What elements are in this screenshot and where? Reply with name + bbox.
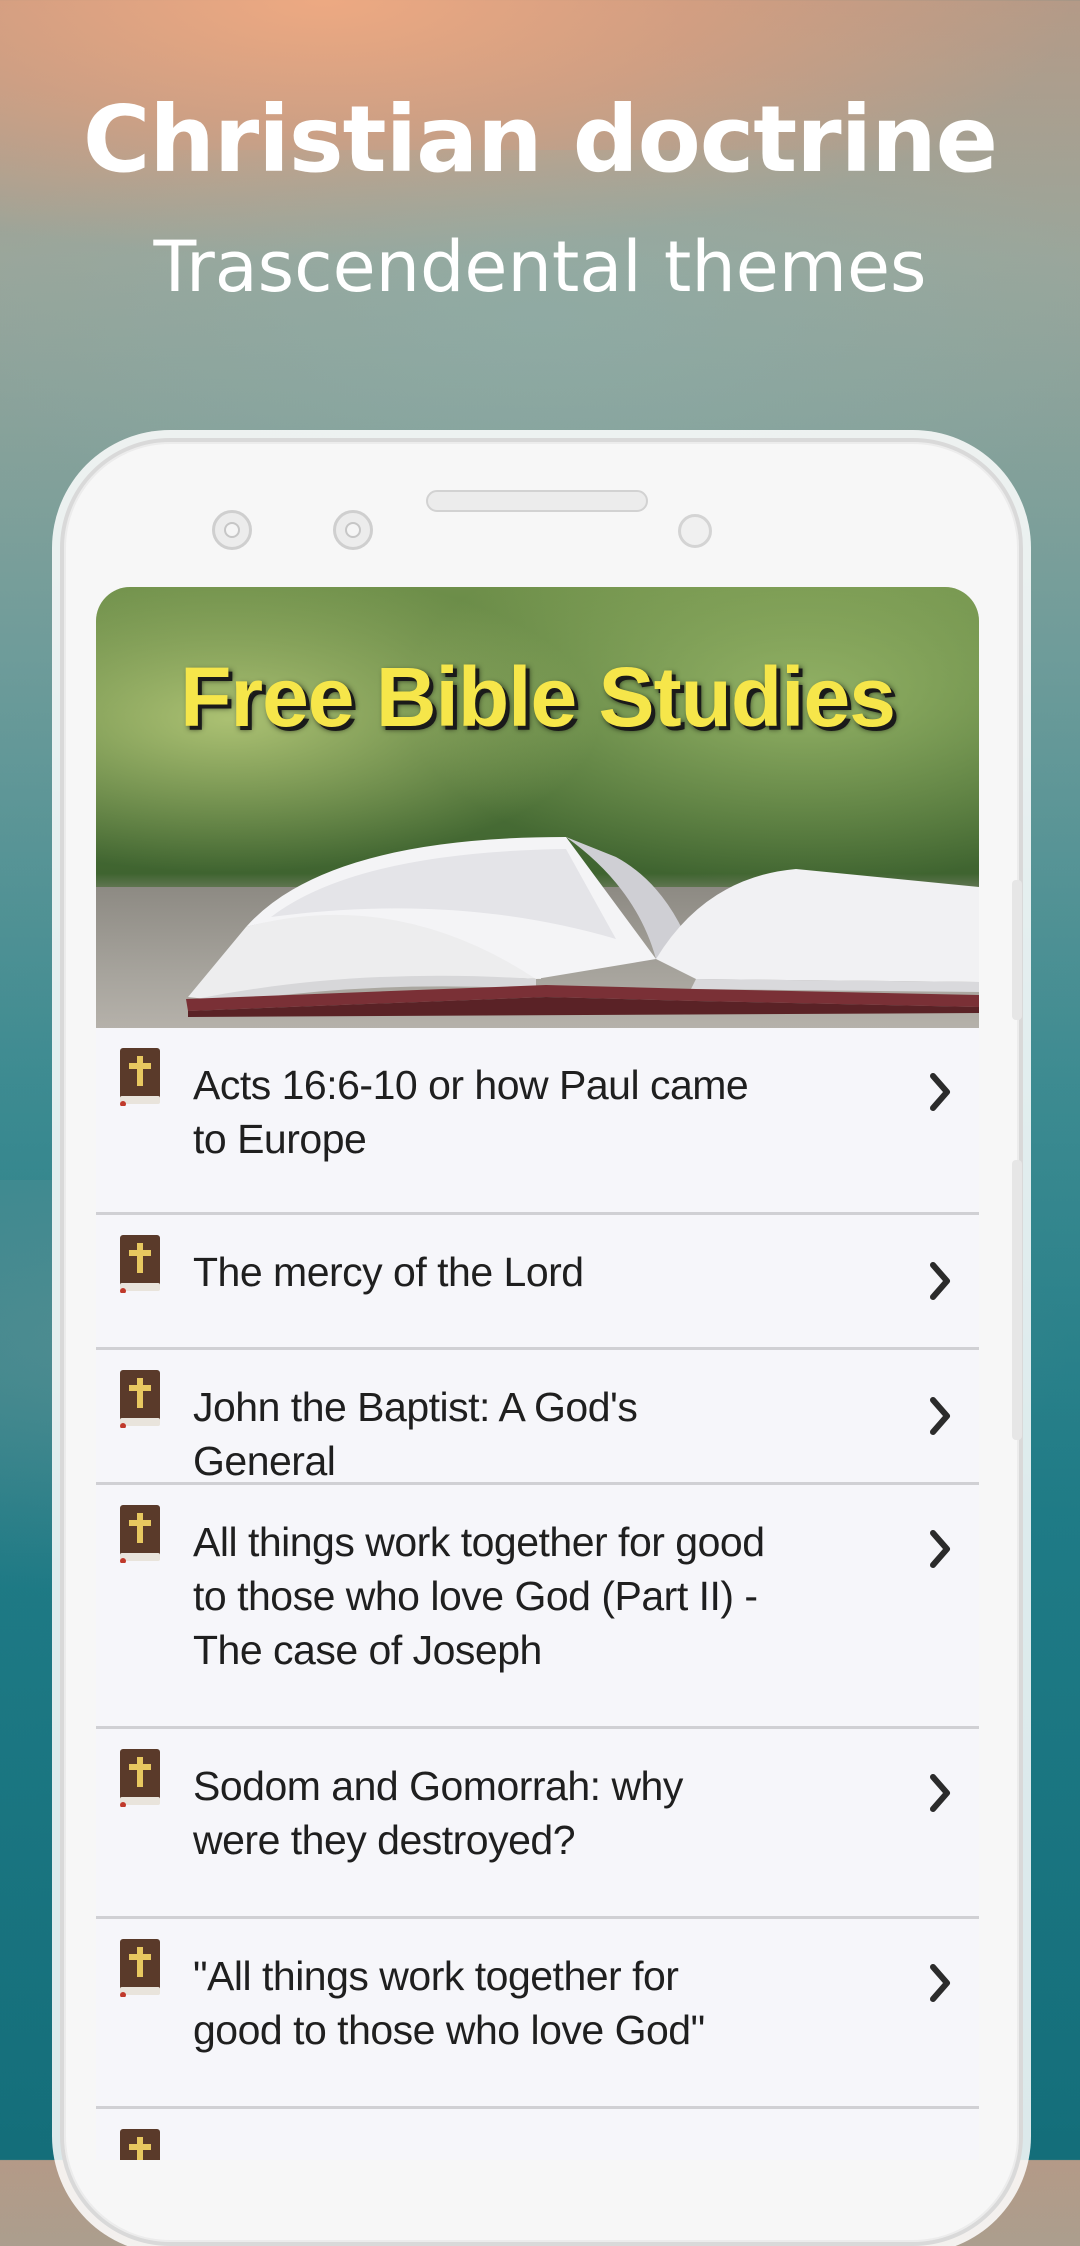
chevron-right-icon xyxy=(930,1964,950,2002)
phone-volume-button xyxy=(1012,880,1022,1020)
promo-subtitle: Trascendental themes xyxy=(153,226,927,308)
phone-power-button xyxy=(1012,1160,1022,1440)
list-item-sodom[interactable]: Sodom and Gomorrah: why were they destro… xyxy=(96,1729,979,1919)
list-item-john-baptist[interactable]: John the Baptist: A God's General xyxy=(96,1350,979,1485)
chevron-right-icon xyxy=(930,1774,950,1812)
bible-icon xyxy=(120,1505,160,1563)
list-item-partial[interactable] xyxy=(96,2109,979,2160)
list-item-all-things[interactable]: "All things work together for good to th… xyxy=(96,1919,979,2109)
bible-icon xyxy=(120,1370,160,1428)
bible-icon xyxy=(120,1939,160,1997)
bible-icon xyxy=(120,1048,160,1106)
list-item-mercy[interactable]: The mercy of the Lord xyxy=(96,1215,979,1350)
chevron-right-icon xyxy=(930,1073,950,1111)
bible-icon xyxy=(120,1749,160,1807)
list-item-acts[interactable]: Acts 16:6-10 or how Paul came to Europe xyxy=(96,1028,979,1215)
proximity-sensor xyxy=(678,514,712,548)
promo-title: Christian doctrine xyxy=(82,86,998,193)
bible-icon xyxy=(120,2129,160,2160)
list-item-title: All things work together for good to tho… xyxy=(193,1519,765,1673)
study-list: Acts 16:6-10 or how Paul came to Europe … xyxy=(96,1028,979,2160)
front-camera-icon xyxy=(212,510,252,550)
front-camera-secondary-icon xyxy=(333,510,373,550)
list-item-title: Sodom and Gomorrah: why were they destro… xyxy=(193,1763,683,1863)
header-banner: Free Bible Studies xyxy=(96,587,979,1028)
chevron-right-icon xyxy=(930,1397,950,1435)
app-screen: Free Bible Studies Acts 16:6-10 or how P… xyxy=(96,587,979,2160)
list-item-title: "All things work together for good to th… xyxy=(193,1953,705,2053)
phone-speaker xyxy=(426,490,648,512)
chevron-right-icon xyxy=(930,1262,950,1300)
banner-title: Free Bible Studies xyxy=(180,650,896,744)
list-item-joseph[interactable]: All things work together for good to tho… xyxy=(96,1485,979,1729)
list-item-title: The mercy of the Lord xyxy=(193,1249,584,1295)
bible-icon xyxy=(120,1235,160,1293)
chevron-right-icon xyxy=(930,1530,950,1568)
list-item-title: John the Baptist: A God's General xyxy=(193,1384,638,1484)
list-item-title: Acts 16:6-10 or how Paul came to Europe xyxy=(193,1062,749,1162)
